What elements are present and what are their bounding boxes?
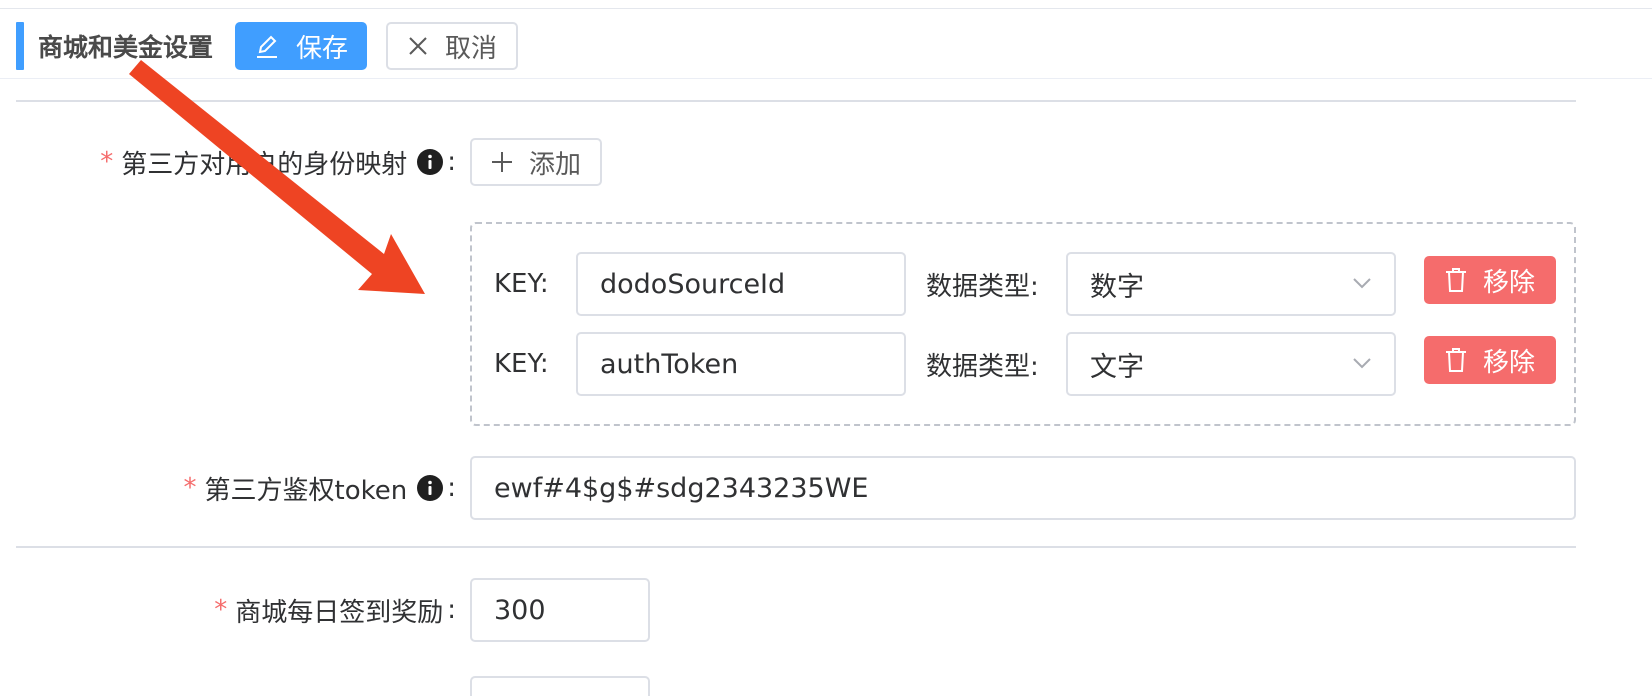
add-mapping-button[interactable]: 添加 (470, 138, 602, 186)
section-divider (16, 100, 1576, 102)
key-input-value: authToken (600, 348, 739, 380)
remove-label: 移除 (1482, 267, 1535, 298)
plus-icon (491, 151, 513, 173)
auth-token-input[interactable]: ewf#4$g$#sdg2343235WE (470, 456, 1576, 520)
daily-checkin-label: * 商城每日签到奖励 : (214, 590, 456, 630)
identity-mapping-label: * 第三方对用户的身份映射 : (100, 142, 456, 182)
required-asterisk: * (100, 147, 114, 177)
info-icon[interactable] (417, 149, 444, 175)
daily-checkin-text: 商城每日签到奖励 (235, 597, 444, 628)
page-header: 商城和美金设置 保存 取消 (16, 22, 519, 70)
remove-button[interactable]: 移除 (1424, 336, 1556, 384)
top-border (0, 8, 1652, 9)
trash-icon (1445, 267, 1467, 293)
label-colon: : (447, 595, 456, 625)
required-asterisk: * (183, 473, 197, 503)
mapping-row: KEY: dodoSourceId 数据类型: 数字 移除 (472, 252, 1574, 316)
daily-checkin-value: 300 (494, 594, 546, 626)
settings-page: 商城和美金设置 保存 取消 * 第三方对用户的身份映射: 添加 KEY: do… (0, 0, 1652, 696)
label-colon: : (447, 147, 456, 177)
label-colon: : (447, 473, 456, 503)
next-field-input[interactable] (470, 676, 650, 696)
add-label: 添加 (528, 149, 581, 180)
data-type-value: 数字 (1090, 271, 1144, 303)
identity-mapping-text: 第三方对用户的身份映射 (121, 149, 408, 180)
auth-token-text: 第三方鉴权token (204, 475, 408, 506)
identity-mapping-list: KEY: dodoSourceId 数据类型: 数字 移除 KEY: authT… (470, 222, 1576, 426)
mapping-row: KEY: authToken 数据类型: 文字 移除 (472, 332, 1574, 396)
chevron-down-icon (1352, 356, 1372, 370)
section-divider (16, 546, 1576, 548)
remove-button[interactable]: 移除 (1424, 256, 1556, 304)
chevron-down-icon (1352, 276, 1372, 290)
data-type-label: 数据类型: (926, 351, 1039, 382)
save-label: 保存 (296, 33, 349, 64)
key-label: KEY: (494, 349, 549, 379)
key-input-value: dodoSourceId (600, 268, 786, 300)
auth-token-value: ewf#4$g$#sdg2343235WE (494, 472, 869, 504)
info-icon[interactable] (417, 475, 444, 501)
required-asterisk: * (214, 595, 228, 625)
save-button[interactable]: 保存 (235, 22, 368, 70)
key-input[interactable]: authToken (576, 332, 906, 396)
title-accent-bar (16, 22, 24, 70)
trash-icon (1445, 347, 1467, 373)
data-type-value: 文字 (1090, 351, 1144, 383)
key-label: KEY: (494, 269, 549, 299)
auth-token-label: * 第三方鉴权token : (184, 468, 456, 508)
data-type-select[interactable]: 数字 (1066, 252, 1396, 316)
remove-label: 移除 (1482, 347, 1535, 378)
data-type-label: 数据类型: (926, 271, 1039, 302)
cancel-label: 取消 (445, 33, 498, 64)
close-icon (407, 35, 429, 57)
edit-icon (254, 33, 280, 59)
daily-checkin-input[interactable]: 300 (470, 578, 650, 642)
header-separator (0, 78, 1652, 79)
page-title: 商城和美金设置 (38, 33, 214, 62)
cancel-button[interactable]: 取消 (386, 22, 519, 70)
key-input[interactable]: dodoSourceId (576, 252, 906, 316)
data-type-select[interactable]: 文字 (1066, 332, 1396, 396)
